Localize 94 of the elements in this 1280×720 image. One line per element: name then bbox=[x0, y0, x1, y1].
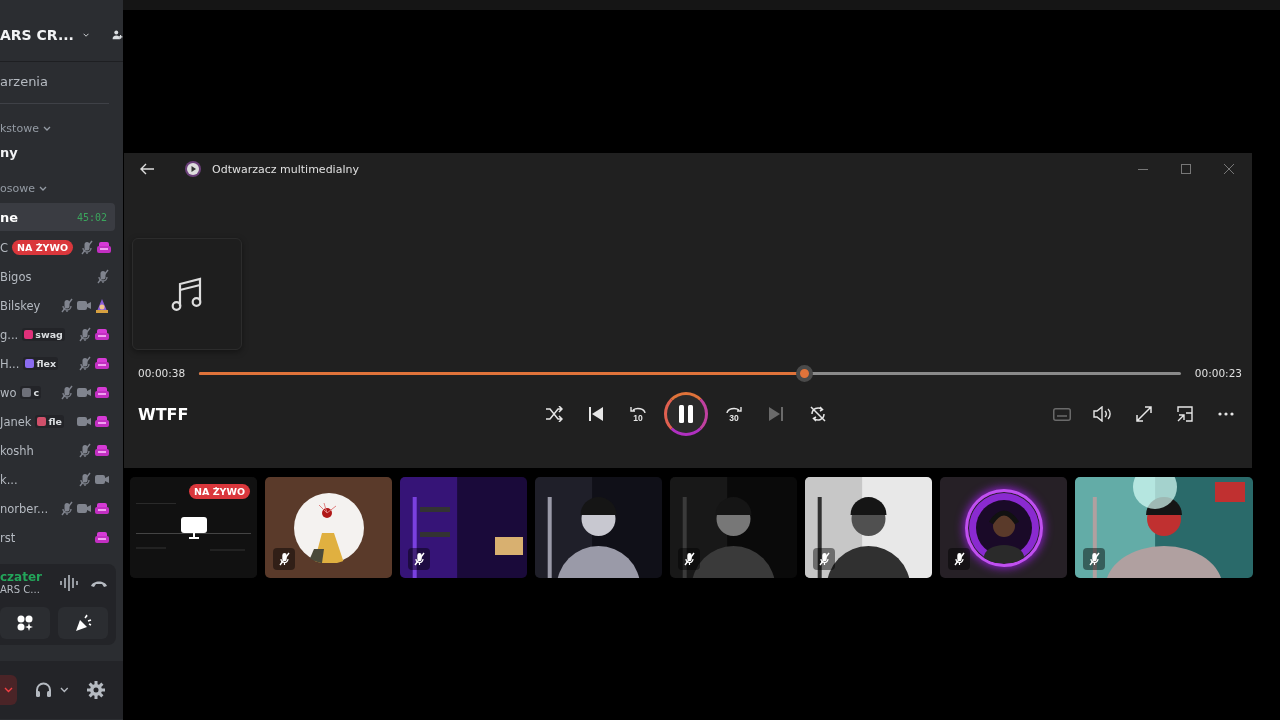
seek-bar[interactable] bbox=[199, 364, 1181, 382]
activities-button[interactable] bbox=[0, 607, 50, 639]
counterclockwise-arrow-icon bbox=[630, 405, 646, 414]
shuffle-icon bbox=[545, 406, 563, 422]
back-arrow-icon bbox=[140, 163, 154, 175]
track-title: WTFF bbox=[138, 404, 190, 424]
captions-icon bbox=[1053, 407, 1071, 421]
member-name[interactable]: Bilskey bbox=[0, 298, 41, 313]
chevron-down-icon bbox=[82, 31, 89, 38]
call-timer: 45:02 bbox=[76, 211, 107, 223]
category-label: osowe bbox=[0, 182, 35, 195]
skip-back-button[interactable]: 10 bbox=[622, 398, 654, 430]
clockwise-arrow-icon bbox=[726, 405, 742, 414]
member-name[interactable]: Bigos bbox=[0, 269, 32, 284]
seek-thumb[interactable] bbox=[795, 364, 813, 382]
soundwave-icon[interactable] bbox=[60, 574, 78, 591]
maximize-icon bbox=[1181, 164, 1191, 174]
chevron-down-icon bbox=[38, 186, 47, 191]
volume-icon bbox=[1093, 406, 1113, 422]
armchair-icon bbox=[95, 502, 109, 515]
member-name[interactable]: norber... bbox=[0, 501, 49, 516]
member-name[interactable]: Janek bbox=[0, 414, 32, 429]
server-tag: c bbox=[20, 386, 42, 399]
repeat-icon bbox=[809, 405, 827, 423]
armchair-icon bbox=[95, 415, 109, 428]
voice-server: ARS C... bbox=[0, 584, 41, 595]
chevron-down-icon bbox=[42, 126, 51, 131]
member-name[interactable]: rst bbox=[0, 530, 16, 545]
media-player-logo-icon bbox=[184, 160, 202, 178]
pause-button[interactable] bbox=[664, 392, 708, 436]
camera-icon bbox=[77, 386, 91, 399]
category-label: kstowe bbox=[0, 122, 39, 135]
close-icon bbox=[1224, 164, 1234, 174]
caret-icon[interactable] bbox=[60, 687, 69, 693]
elapsed-time: 00:00:38 bbox=[138, 367, 186, 379]
caret-icon bbox=[4, 687, 14, 693]
monitor-icon bbox=[180, 516, 207, 539]
window-title: Odtwarzacz multimedialny bbox=[212, 162, 359, 176]
mic-off-icon bbox=[79, 443, 91, 458]
voice-status: czater bbox=[0, 570, 43, 584]
server-name: ARS CR... bbox=[0, 26, 74, 43]
mic-off-icon bbox=[61, 298, 73, 313]
party-popper-icon bbox=[74, 614, 92, 632]
mic-off-icon bbox=[79, 356, 91, 371]
wizard-icon bbox=[95, 298, 109, 313]
headphones-icon bbox=[35, 682, 53, 698]
armchair-icon bbox=[95, 444, 109, 457]
member-name[interactable]: g... bbox=[0, 327, 19, 342]
stream-tile[interactable] bbox=[265, 477, 392, 578]
remaining-time: 00:00:23 bbox=[1194, 367, 1242, 379]
mic-off-icon bbox=[79, 327, 91, 342]
more-icon bbox=[1218, 412, 1234, 416]
channel-item[interactable]: ny bbox=[0, 139, 123, 178]
skip-forward-button[interactable]: 30 bbox=[718, 398, 750, 430]
pause-icon bbox=[679, 405, 693, 423]
shapes-icon bbox=[17, 615, 33, 631]
channel-category[interactable]: kstowe bbox=[0, 118, 123, 139]
events-link[interactable]: arzenia bbox=[0, 62, 123, 103]
armchair-icon bbox=[95, 386, 109, 399]
mic-off-icon bbox=[97, 269, 109, 284]
server-tag: swag bbox=[22, 328, 65, 341]
armchair-icon bbox=[95, 328, 109, 341]
minimize-icon bbox=[1138, 168, 1148, 170]
next-icon bbox=[769, 407, 783, 421]
member-name[interactable]: H... bbox=[0, 356, 20, 371]
live-badge: NA ŻYWO bbox=[12, 240, 73, 255]
voice-channel[interactable]: ne 45:02 bbox=[0, 203, 115, 231]
expand-icon bbox=[1136, 406, 1152, 422]
member-name[interactable]: k... bbox=[0, 472, 18, 487]
mic-off-icon bbox=[80, 240, 93, 255]
member-name[interactable]: C bbox=[0, 240, 9, 255]
settings-button[interactable] bbox=[85, 679, 107, 701]
mic-off-icon bbox=[61, 501, 73, 516]
mic-off-icon bbox=[79, 472, 91, 487]
camera-icon bbox=[95, 473, 109, 486]
mini-player-icon bbox=[1177, 406, 1193, 422]
camera-icon bbox=[77, 415, 91, 428]
server-tag: fle bbox=[35, 415, 64, 428]
previous-icon bbox=[589, 407, 603, 421]
member-name[interactable]: koshh bbox=[0, 443, 34, 458]
camera-icon bbox=[77, 502, 91, 515]
camera-icon bbox=[77, 299, 91, 312]
armchair-icon bbox=[95, 357, 109, 370]
armchair-icon bbox=[96, 241, 111, 254]
channel-category[interactable]: osowe bbox=[0, 178, 123, 199]
server-tag: flex bbox=[23, 357, 59, 370]
soundboard-button[interactable] bbox=[58, 607, 108, 639]
live-badge: NA ŻYWO bbox=[189, 484, 250, 499]
music-note-icon bbox=[171, 276, 203, 312]
stream-tile[interactable] bbox=[940, 477, 1067, 578]
armchair-icon bbox=[95, 531, 109, 544]
settings-icon bbox=[87, 681, 105, 699]
member-name[interactable]: wo bbox=[0, 385, 17, 400]
mic-off-icon bbox=[61, 385, 73, 400]
